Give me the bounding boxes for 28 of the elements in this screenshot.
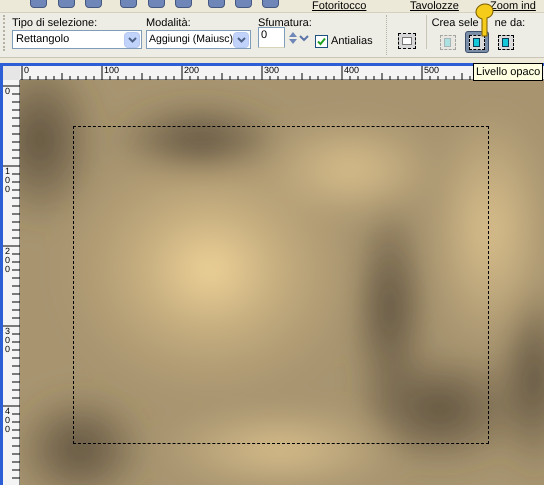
ruler-label: 100 <box>104 66 120 75</box>
mode-dropdown[interactable]: Aggiungi (Maiusc) <box>146 30 251 49</box>
ruler-label: 300 <box>5 327 10 354</box>
ruler-label: 0 <box>5 87 10 96</box>
field-label: Sfumatura: <box>258 16 310 27</box>
field-label: Crea sele <box>432 16 479 31</box>
toolbar-label[interactable]: Fotoritocco <box>312 0 366 12</box>
ruler-label: 400 <box>344 66 360 75</box>
ruler-label: 200 <box>5 247 10 274</box>
select-none-icon[interactable] <box>398 33 416 49</box>
grip-handle[interactable] <box>3 15 7 51</box>
ruler-label: 100 <box>5 167 10 194</box>
ruler-label: 500 <box>424 66 440 75</box>
selection-marquee[interactable] <box>73 126 489 444</box>
dropdown-arrow-icon[interactable] <box>233 32 249 48</box>
check-icon <box>317 36 326 46</box>
selection-type-dropdown[interactable]: Rettangolo <box>12 30 142 49</box>
ruler-label: 300 <box>264 66 280 75</box>
field-label: Tipo di selezione: <box>12 16 98 29</box>
field-label: Modalità: <box>146 16 192 29</box>
tooltip: Livello opaco <box>473 63 544 81</box>
field-label: ne da: <box>494 16 526 31</box>
ruler-label: 200 <box>184 66 200 75</box>
ruler-label: 400 <box>5 407 10 434</box>
toolbar-label[interactable]: Tavolozze <box>410 0 459 12</box>
feather-field[interactable]: 0 <box>258 27 285 48</box>
antialias-checkbox[interactable]: Antialias <box>315 33 373 49</box>
ruler-label: 0 <box>24 66 30 75</box>
